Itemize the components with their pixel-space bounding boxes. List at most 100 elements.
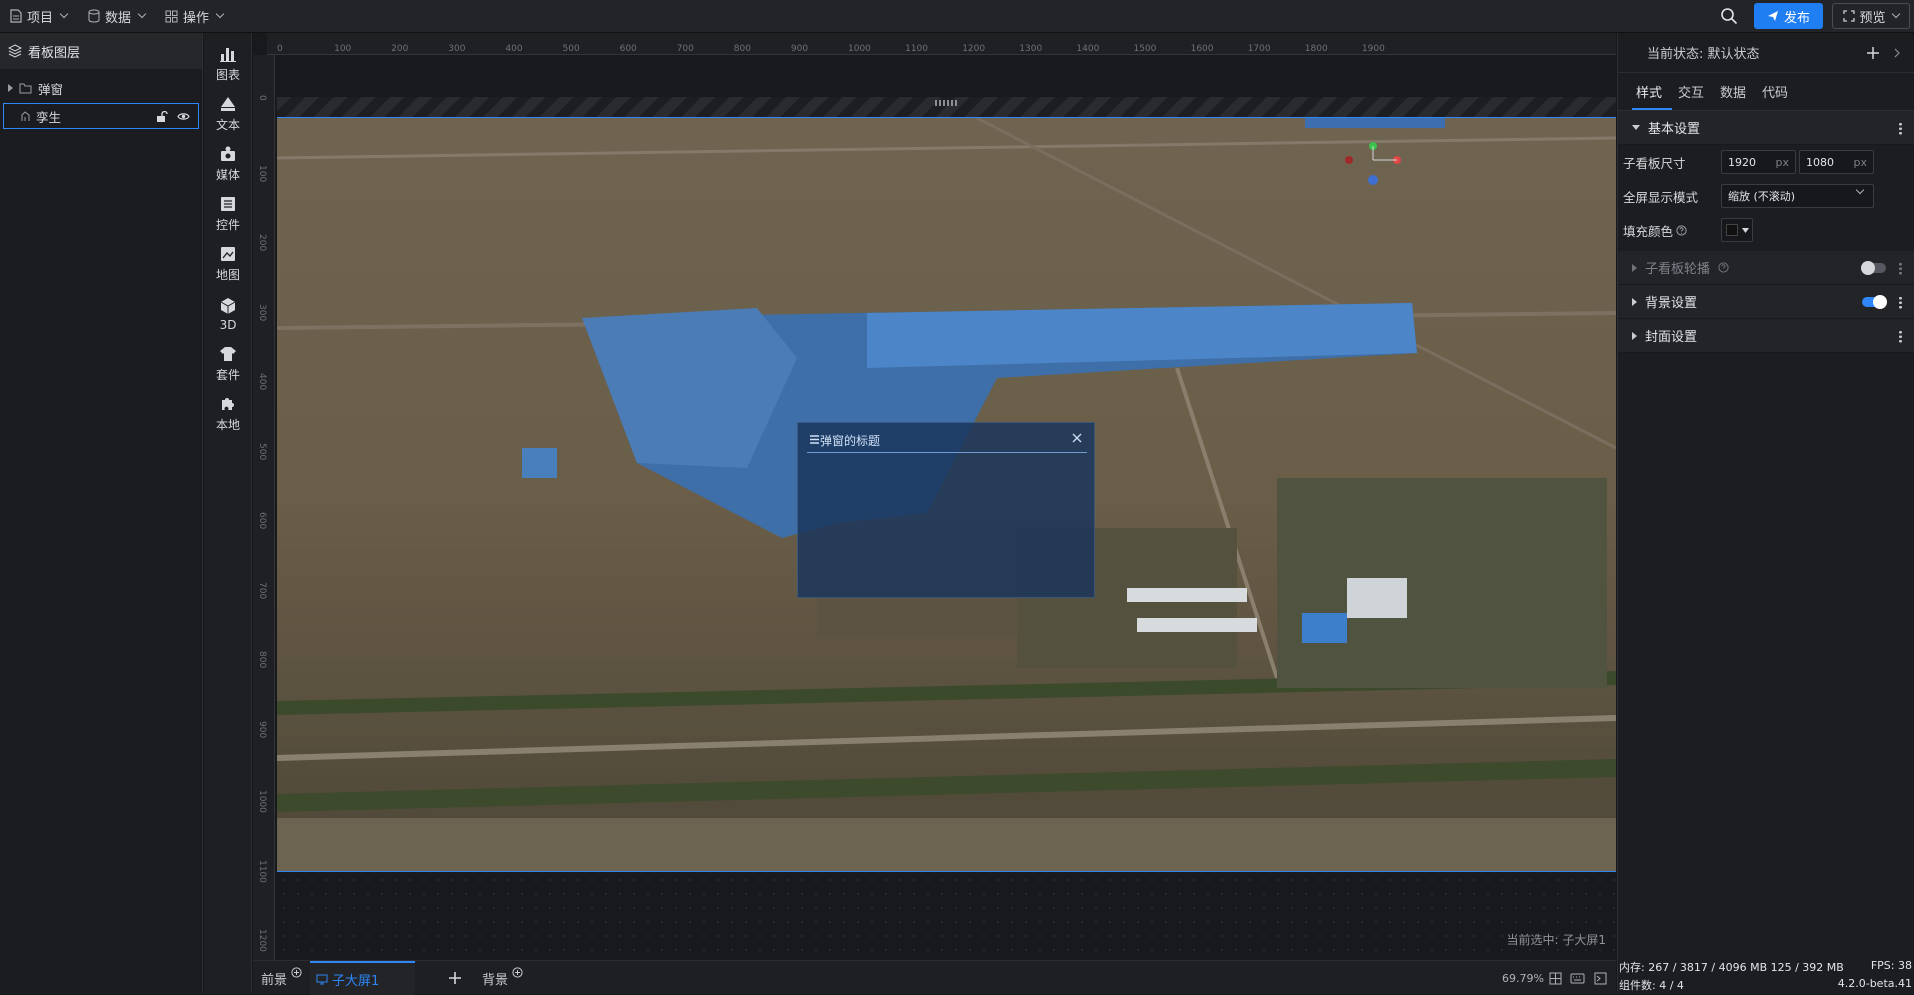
layer-item-label: 弹窗 — [38, 81, 64, 97]
ruler-tick-label: 700 — [257, 581, 267, 599]
publish-button[interactable]: 发布 — [1754, 3, 1823, 29]
section-basic-settings[interactable]: 基本设置 — [1618, 111, 1914, 145]
tool-label: 图表 — [215, 68, 240, 82]
properties-tabs: 样式 交互 数据 代码 — [1618, 73, 1914, 111]
map-icon — [221, 247, 235, 261]
ruler-tick-label: 100 — [257, 164, 267, 182]
tab-interaction[interactable]: 交互 — [1678, 82, 1704, 101]
help-icon[interactable] — [1718, 262, 1729, 273]
tool-label: 文本 — [215, 118, 240, 132]
layer-item-popup[interactable]: 弹窗 — [0, 75, 202, 101]
tab-data[interactable]: 数据 — [1720, 82, 1746, 101]
ruler-tick-label: 300 — [448, 44, 466, 54]
ruler-tick-label: 1100 — [905, 44, 928, 54]
grid-icon — [165, 10, 178, 22]
canvas-area[interactable]: 0 100 200 300 400 500 600 700 800 900 1000 1100 1200… — [253, 33, 1616, 960]
layer-item-label: 孪生 — [36, 109, 62, 125]
zoom-level[interactable]: 69.79% — [1502, 972, 1544, 985]
puzzle-icon — [222, 398, 234, 410]
caret-right-icon — [1632, 297, 1637, 306]
layer-item-twin[interactable]: 孪生 — [3, 103, 199, 129]
row-board-size: 子看板尺寸 1920 px 1080 px — [1618, 145, 1914, 179]
eye-icon[interactable] — [177, 112, 190, 121]
state-bar[interactable]: 当前状态: 默认状态 — [1618, 33, 1914, 73]
carousel-toggle[interactable] — [1861, 261, 1886, 275]
height-value: 1080 — [1806, 155, 1834, 169]
width-input[interactable]: 1920 px — [1721, 150, 1796, 174]
more-icon[interactable] — [1899, 296, 1902, 309]
help-icon[interactable] — [1676, 224, 1687, 236]
monitor-icon — [316, 974, 328, 984]
unlock-icon[interactable] — [156, 111, 168, 122]
tool-text[interactable]: 文本 — [204, 89, 252, 139]
height-input[interactable]: 1080 px — [1799, 150, 1874, 174]
axis-gizmo-icon[interactable] — [1343, 140, 1403, 190]
tool-3d[interactable]: 3D — [204, 289, 252, 339]
memory-status: 内存: 267 / 3817 / 4096 MB 125 / 392 MB — [1619, 961, 1844, 974]
tab-code[interactable]: 代码 — [1762, 82, 1788, 101]
ruler-tick-label: 900 — [257, 720, 267, 738]
ruler-top[interactable]: 0 100 200 300 400 500 600 700 800 900 1000 1100 1200… — [267, 33, 1616, 55]
ruler-tick-label: 800 — [733, 44, 751, 54]
section-cover-settings[interactable]: 封面设置 — [1618, 319, 1914, 353]
kit-icon — [220, 347, 236, 361]
fill-color-picker[interactable] — [1721, 218, 1753, 242]
chevron-down-icon — [1855, 185, 1865, 195]
menu-data[interactable]: 数据 — [88, 0, 147, 32]
tool-map[interactable]: 地图 — [204, 239, 252, 289]
fullscreen-select[interactable]: 缩放 (不滚动) — [1721, 184, 1874, 208]
more-icon[interactable] — [1899, 262, 1902, 275]
tab-foreground[interactable]: 前景 — [261, 961, 302, 995]
keyboard-icon[interactable] — [1570, 973, 1585, 984]
fit-screen-icon[interactable] — [1549, 972, 1562, 985]
height-unit: px — [1853, 156, 1868, 169]
ruler-tick-label: 0 — [277, 44, 283, 54]
tab-background[interactable]: 背景 — [482, 961, 523, 995]
add-circle-icon[interactable] — [291, 966, 302, 978]
chevron-down-icon — [215, 9, 225, 19]
tab-sub-screen[interactable]: 子大屏1 — [310, 961, 415, 995]
component-toolbar: 图表 文本 媒体 控件 地图 3D 套件 本地 — [204, 33, 252, 994]
ruler-tick-label: 1800 — [1304, 44, 1328, 54]
more-icon[interactable] — [1899, 330, 1902, 343]
tool-widget[interactable]: 控件 — [204, 189, 252, 239]
ruler-left[interactable]: 0 100 200 300 400 500 600 700 800 900 1000 1100 1200 — [253, 55, 275, 960]
tool-chart[interactable]: 图表 — [204, 39, 252, 89]
toggle-knob — [1873, 295, 1887, 309]
ruler-tick-label: 1300 — [1019, 44, 1043, 54]
caret-right-icon — [1632, 263, 1637, 272]
more-icon[interactable] — [1899, 122, 1902, 135]
ruler-tick-label: 1100 — [257, 859, 267, 883]
menu-project[interactable]: 项目 — [10, 0, 69, 32]
add-circle-icon[interactable] — [512, 966, 523, 978]
menu-operate[interactable]: 操作 — [165, 0, 225, 32]
section-sub-board-carousel[interactable]: 子看板轮播 — [1618, 251, 1914, 285]
ruler-tick-label: 800 — [257, 651, 267, 669]
tool-media[interactable]: 媒体 — [204, 139, 252, 189]
ruler-tick-label: 1000 — [848, 44, 871, 54]
tool-kit[interactable]: 套件 — [204, 339, 252, 389]
add-tab-button[interactable] — [449, 961, 461, 995]
search-icon[interactable] — [1720, 7, 1738, 25]
cube-icon — [220, 297, 236, 314]
section-background-settings[interactable]: 背景设置 — [1618, 285, 1914, 319]
drag-handle-icon[interactable] — [935, 100, 957, 106]
caret-right-icon[interactable] — [8, 84, 13, 92]
tool-local[interactable]: 本地 — [204, 389, 252, 439]
caret-down-icon — [1632, 125, 1640, 130]
add-state-icon[interactable] — [1866, 46, 1880, 60]
tab-style[interactable]: 样式 — [1636, 82, 1662, 101]
fullscreen-icon — [1843, 10, 1856, 22]
state-label: 当前状态: 默认状态 — [1647, 47, 1760, 62]
terminal-icon[interactable] — [1594, 972, 1607, 985]
tab-background-label: 背景 — [482, 972, 509, 988]
popup-window[interactable]: 弹窗的标题 — [797, 422, 1095, 598]
close-icon[interactable] — [1072, 433, 1082, 443]
layers-panel: 看板图层 弹窗 孪生 — [0, 33, 203, 994]
preview-label: 预览 — [1859, 10, 1886, 26]
background-toggle[interactable] — [1862, 295, 1887, 309]
chevron-right-icon[interactable] — [1894, 48, 1900, 58]
ruler-tick-label: 1200 — [257, 929, 267, 952]
preview-button[interactable]: 预览 — [1832, 3, 1910, 29]
ruler-tick-label: 1000 — [257, 790, 267, 813]
